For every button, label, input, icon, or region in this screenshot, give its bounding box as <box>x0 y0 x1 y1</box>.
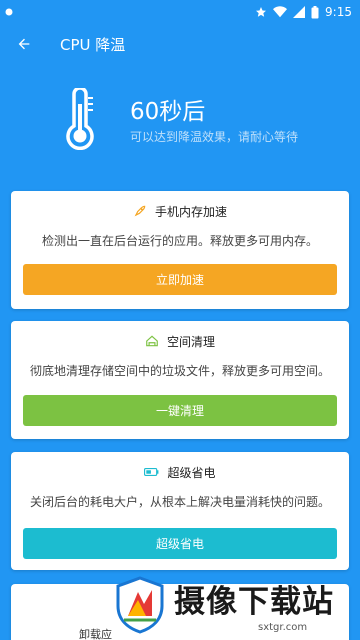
app-bar: CPU 降温 <box>0 24 360 64</box>
brand-logo-icon <box>116 576 164 634</box>
super-power-save-button[interactable]: 超级省电 <box>23 528 337 559</box>
card-title: 超级省电 <box>167 465 216 480</box>
star-icon <box>256 7 267 17</box>
rocket-icon <box>134 205 146 217</box>
page-title: CPU 降温 <box>60 35 126 54</box>
status-bar: 9:15 <box>0 0 360 24</box>
thermometer-icon <box>66 88 94 150</box>
memory-boost-card: 手机内存加速 检测出一直在后台运行的应用。释放更多可用内存。 立即加速 <box>11 191 349 309</box>
cooling-hero: 60秒后 可以达到降温效果，请耐心等待 <box>0 84 360 184</box>
countdown-subtitle: 可以达到降温效果，请耐心等待 <box>130 130 299 144</box>
card-description: 关闭后台的耗电大户，从根本上解决电量消耗快的问题。 <box>29 495 330 509</box>
card-description: 彻底地清理存储空间中的垃圾文件，释放更多可用空间。 <box>29 364 330 378</box>
card-description: 检测出一直在后台运行的应用。释放更多可用内存。 <box>41 234 318 248</box>
signal-icon <box>293 6 306 18</box>
battery-status-icon <box>311 5 319 18</box>
broom-icon <box>146 335 158 347</box>
boost-now-button[interactable]: 立即加速 <box>23 264 337 295</box>
countdown-text: 60秒后 <box>130 99 206 125</box>
space-clean-card: 空间清理 彻底地清理存储空间中的垃圾文件，释放更多可用空间。 一键清理 <box>11 321 349 439</box>
one-click-clean-button[interactable]: 一键清理 <box>23 395 337 426</box>
card-header: 手机内存加速 <box>11 191 349 231</box>
power-saving-card: 超级省电 关闭后台的耗电大户，从根本上解决电量消耗快的问题。 超级省电 <box>11 452 349 570</box>
status-time: 9:15 <box>325 5 352 19</box>
wifi-icon <box>273 6 288 18</box>
card-header: 空间清理 <box>11 321 349 361</box>
card-title: 空间清理 <box>166 334 215 349</box>
watermark-url: sxtgr.com <box>258 622 308 633</box>
watermark: 摄像下载站 sxtgr.com <box>110 572 360 640</box>
back-button[interactable] <box>2 24 46 64</box>
card-header: 超级省电 <box>11 452 349 492</box>
card-title: 手机内存加速 <box>154 204 227 219</box>
watermark-brand: 摄像下载站 <box>174 584 334 620</box>
arrow-left-icon <box>18 38 30 50</box>
battery-icon <box>144 467 159 477</box>
notification-dot-icon <box>5 8 13 16</box>
card-title: 卸载应 <box>79 628 112 640</box>
